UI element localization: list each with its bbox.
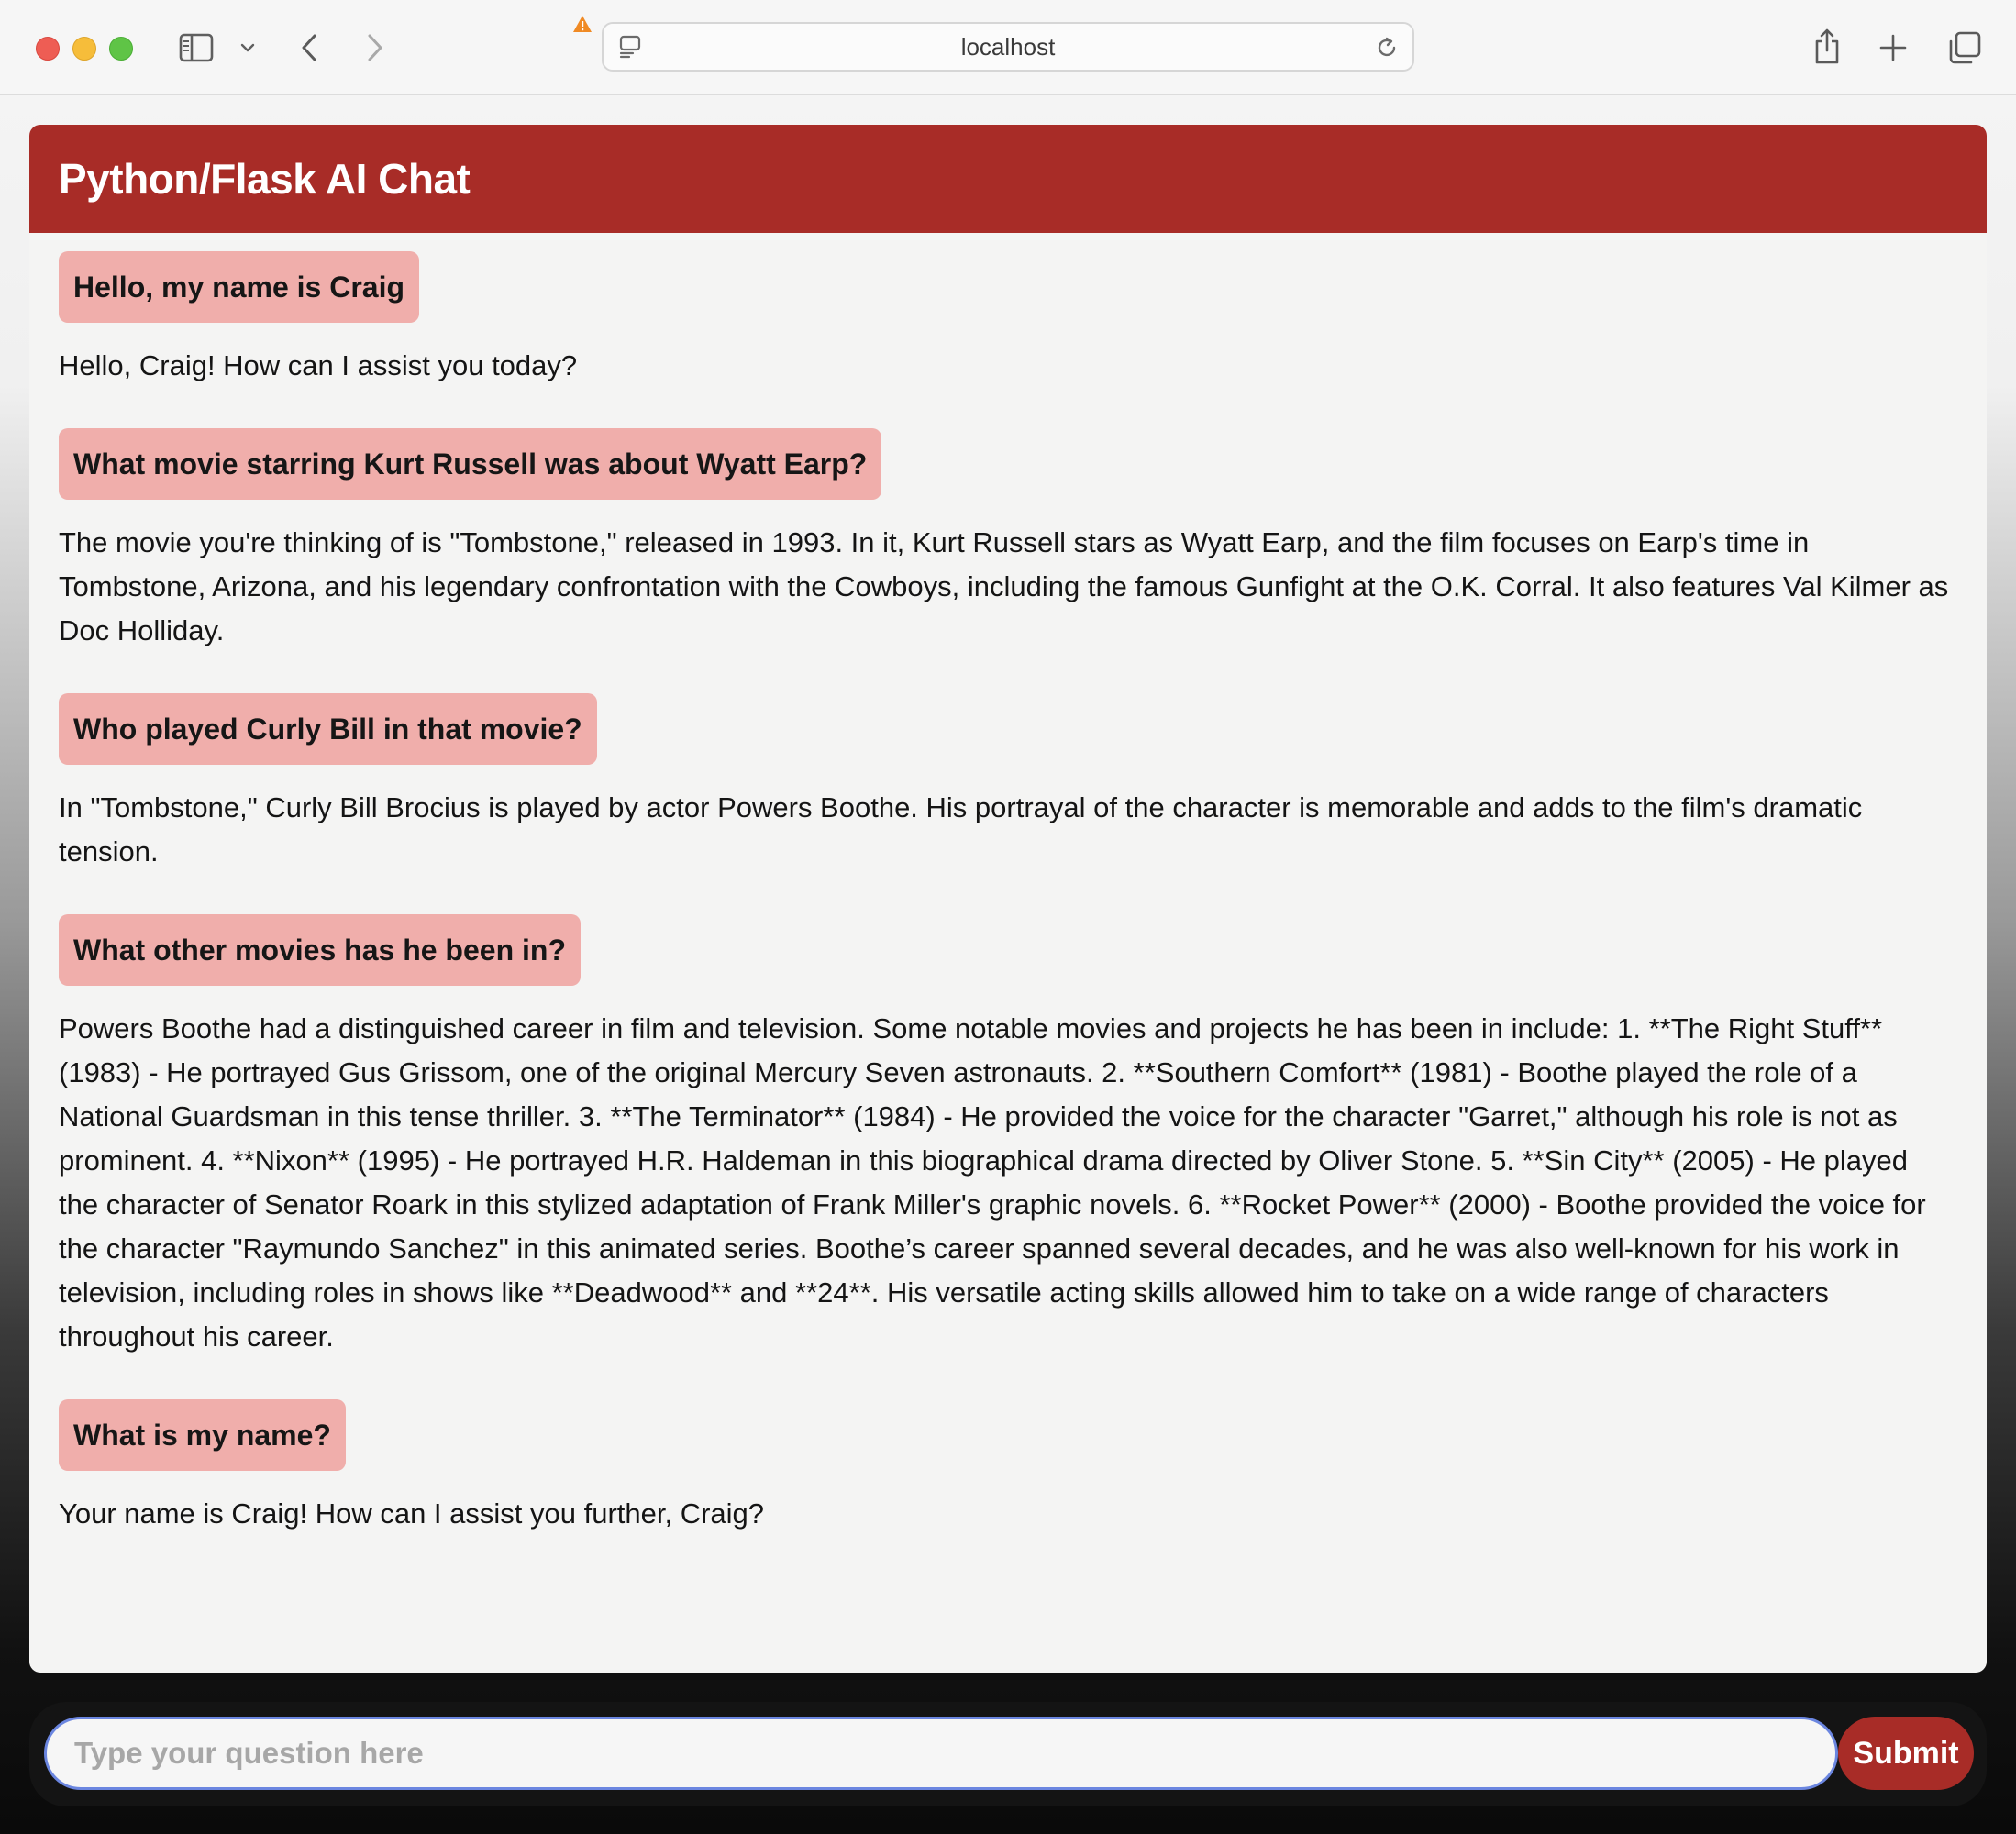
plus-icon[interactable] <box>1877 31 1910 64</box>
sidebar-icon[interactable] <box>178 31 215 64</box>
minimize-window-button[interactable] <box>72 37 96 61</box>
chevron-down-icon[interactable] <box>238 39 257 57</box>
assistant-message: In "Tombstone," Curly Bill Brocius is pl… <box>59 791 1863 867</box>
chevron-left-icon[interactable] <box>295 29 323 66</box>
message-pair: What is my name? Your name is Craig! How… <box>59 1399 1957 1536</box>
share-icon[interactable] <box>1811 26 1844 66</box>
reload-icon[interactable] <box>1372 33 1401 62</box>
close-window-button[interactable] <box>36 37 60 61</box>
chevron-right-icon[interactable] <box>361 29 389 66</box>
assistant-message: Powers Boothe had a distinguished career… <box>59 1012 1926 1353</box>
message-pair: Hello, my name is Craig Hello, Craig! Ho… <box>59 251 1957 388</box>
assistant-message: Hello, Craig! How can I assist you today… <box>59 349 578 381</box>
message-pair: Who played Curly Bill in that movie? In … <box>59 693 1957 874</box>
user-message: What other movies has he been in? <box>59 914 581 986</box>
assistant-message: The movie you're thinking of is "Tombsto… <box>59 526 1949 646</box>
warning-triangle-icon <box>572 15 593 38</box>
question-form: Submit <box>29 1702 1987 1806</box>
question-input[interactable] <box>44 1717 1838 1790</box>
assistant-message: Your name is Craig! How can I assist you… <box>59 1497 765 1530</box>
maximize-window-button[interactable] <box>109 37 133 61</box>
chat-history: Hello, my name is Craig Hello, Craig! Ho… <box>29 233 1987 1673</box>
message-pair: What other movies has he been in? Powers… <box>59 914 1957 1359</box>
user-message: What movie starring Kurt Russell was abo… <box>59 428 882 500</box>
message-pair: What movie starring Kurt Russell was abo… <box>59 428 1957 653</box>
user-message: What is my name? <box>59 1399 346 1471</box>
browser-toolbar: localhost <box>0 0 2016 95</box>
app-header: Python/Flask AI Chat <box>29 125 1987 233</box>
user-message: Who played Curly Bill in that movie? <box>59 693 597 765</box>
app-title: Python/Flask AI Chat <box>59 155 471 203</box>
submit-button[interactable]: Submit <box>1838 1717 1974 1790</box>
address-bar[interactable]: localhost <box>602 22 1414 72</box>
user-message: Hello, my name is Craig <box>59 251 420 323</box>
url-text: localhost <box>960 32 1056 61</box>
tabs-overview-icon[interactable] <box>1946 29 1983 66</box>
